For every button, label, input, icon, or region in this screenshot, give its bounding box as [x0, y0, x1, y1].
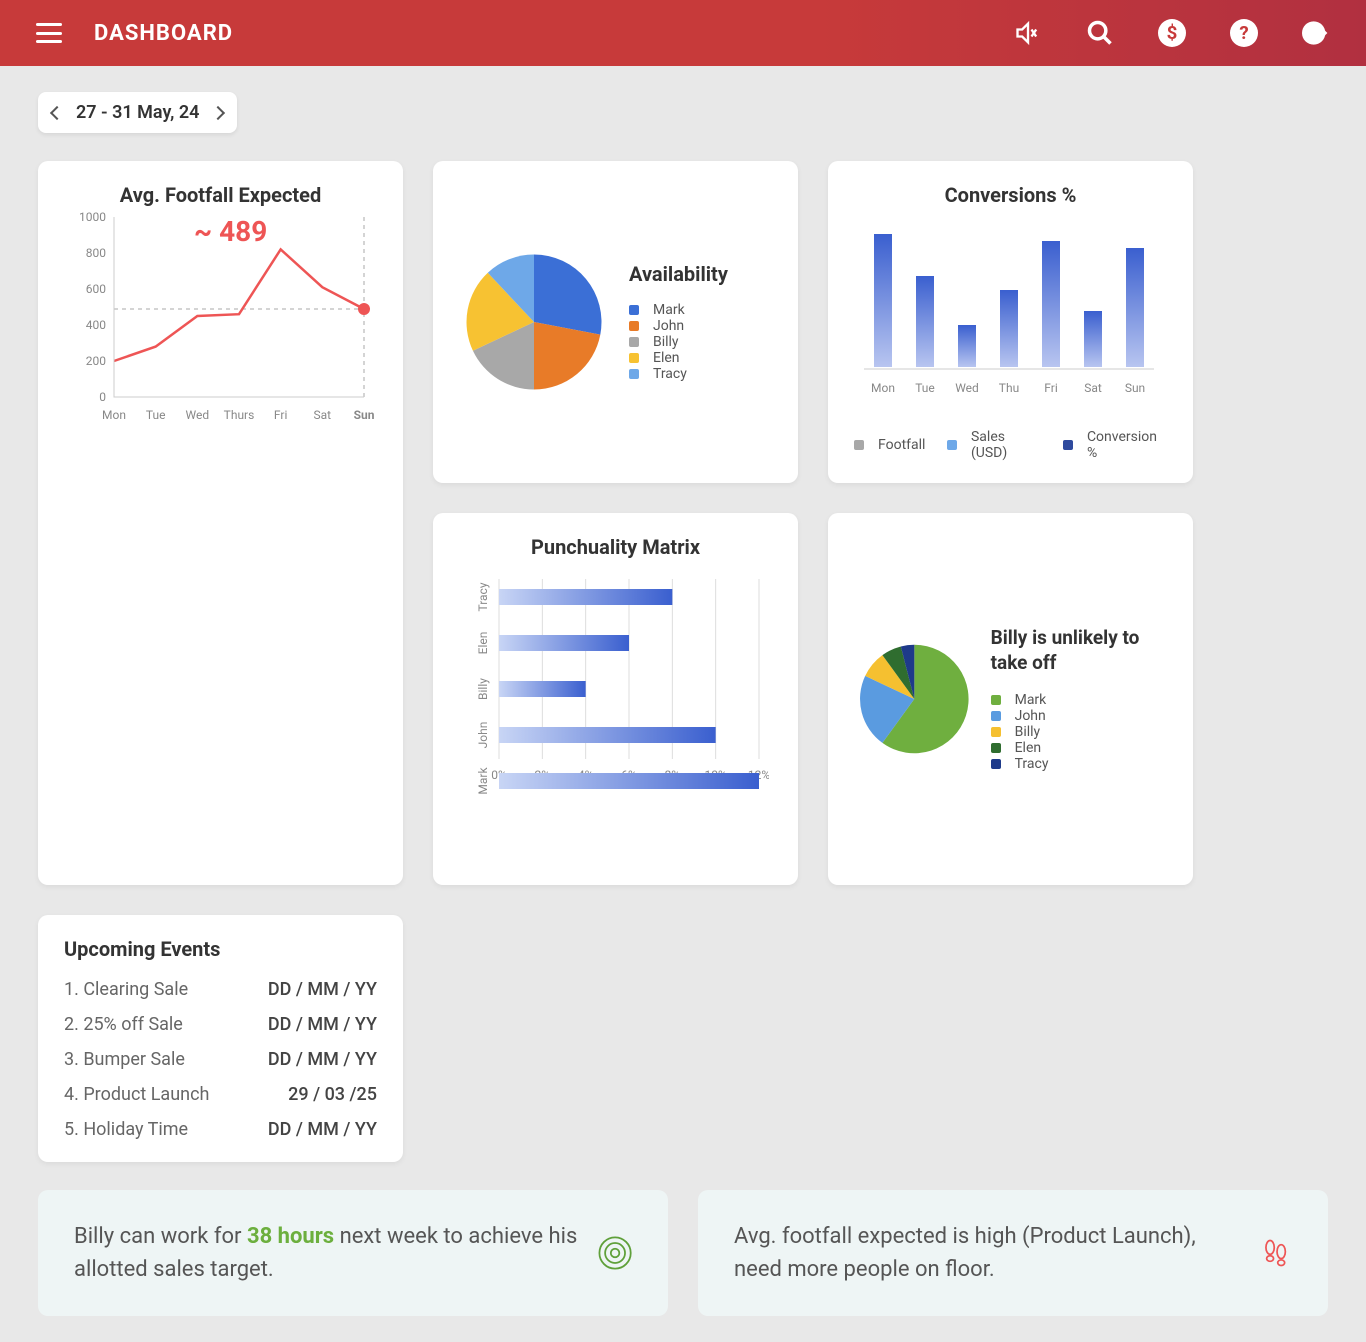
svg-text:1000: 1000: [79, 210, 106, 224]
insight-footfall: Avg. footfall expected is high (Product …: [698, 1190, 1328, 1316]
legend-item: Mark: [991, 692, 1167, 708]
conversions-card: Conversions % Mon Tue Wed Thu Fri Sat Sun Foot…: [828, 161, 1193, 483]
conversions-bar-chart: Mon Tue Wed Thu Fri Sat Sun: [854, 207, 1164, 417]
legend-item: Tracy: [991, 756, 1167, 772]
svg-text:Sun: Sun: [1125, 381, 1145, 395]
svg-text:Wed: Wed: [186, 408, 210, 422]
date-range-text: 27 - 31 May, 24: [76, 102, 199, 123]
svg-text:Thu: Thu: [999, 381, 1019, 395]
event-row: 2. 25% off SaleDD / MM / YY: [64, 1014, 377, 1035]
svg-text:Billy: Billy: [476, 678, 490, 700]
legend-item: Elen: [991, 740, 1167, 756]
footsteps-icon: [1259, 1229, 1292, 1277]
punctuality-bar-chart: 0%2%4%6%8%10%12%TracyElenBillyJohnMark: [459, 559, 769, 859]
chevron-right-icon[interactable]: [211, 105, 225, 119]
event-row: 3. Bumper SaleDD / MM / YY: [64, 1049, 377, 1070]
takeoff-card: Billy is unlikely to take off MarkJohnBi…: [828, 513, 1193, 885]
svg-text:Mon: Mon: [102, 408, 126, 422]
svg-text:~ 489: ~ 489: [194, 215, 267, 248]
svg-text:800: 800: [86, 246, 106, 260]
svg-text:400: 400: [86, 318, 106, 332]
svg-text:Wed: Wed: [955, 381, 979, 395]
event-row: 4. Product Launch29 / 03 /25: [64, 1084, 377, 1105]
svg-text:0: 0: [99, 390, 106, 404]
availability-title: Availability: [629, 262, 728, 286]
svg-text:Elen: Elen: [476, 632, 490, 655]
svg-text:Tue: Tue: [915, 381, 935, 395]
svg-text:Mark: Mark: [476, 767, 490, 795]
event-row: 1. Clearing SaleDD / MM / YY: [64, 979, 377, 1000]
availability-pie-chart: [459, 247, 609, 397]
footfall-line-chart: 0 200 400 600 800 1000 Mon Tue Wed Thurs Fri Sat Sun…: [64, 207, 374, 437]
logout-icon[interactable]: [1302, 19, 1330, 47]
svg-text:Thurs: Thurs: [224, 408, 255, 422]
legend-item: John: [991, 708, 1167, 724]
legend-conversion: Conversion %: [1063, 429, 1167, 461]
conversions-title: Conversions %: [854, 183, 1167, 207]
menu-icon[interactable]: [36, 23, 62, 43]
svg-text:Fri: Fri: [1044, 381, 1058, 395]
help-icon[interactable]: ?: [1230, 19, 1258, 47]
dollar-icon[interactable]: $: [1158, 19, 1186, 47]
target-icon: [598, 1229, 632, 1277]
takeoff-title: Billy is unlikely to take off: [991, 626, 1167, 675]
date-range-picker[interactable]: 27 - 31 May, 24: [38, 92, 237, 133]
punctuality-title: Punchuality Matrix: [459, 535, 772, 559]
svg-text:200: 200: [86, 354, 106, 368]
insight-sales-target: Billy can work for 38 hours next week to…: [38, 1190, 668, 1316]
insight-text-2: Avg. footfall expected is high (Product …: [734, 1220, 1239, 1286]
insight-text-1: Billy can work for 38 hours next week to…: [74, 1220, 578, 1286]
legend-item: Tracy: [629, 366, 728, 382]
svg-text:Tracy: Tracy: [476, 582, 490, 611]
search-icon[interactable]: [1086, 19, 1114, 47]
upcoming-events-card: Upcoming Events 1. Clearing SaleDD / MM …: [38, 915, 403, 1162]
legend-item: John: [629, 318, 728, 334]
legend-sales: Sales (USD): [947, 429, 1041, 461]
page-title: DASHBOARD: [94, 21, 233, 46]
svg-text:Tue: Tue: [146, 408, 166, 422]
svg-text:Fri: Fri: [274, 408, 288, 422]
legend-item: Billy: [629, 334, 728, 350]
availability-card: Availability MarkJohnBillyElenTracy: [433, 161, 798, 483]
app-header: DASHBOARD $ ?: [0, 0, 1366, 66]
chevron-left-icon[interactable]: [50, 105, 64, 119]
svg-text:Sat: Sat: [1084, 381, 1102, 395]
svg-text:John: John: [476, 722, 490, 749]
upcoming-events-title: Upcoming Events: [64, 937, 377, 961]
footfall-title: Avg. Footfall Expected: [64, 183, 377, 207]
volume-icon[interactable]: [1014, 19, 1042, 47]
legend-item: Elen: [629, 350, 728, 366]
svg-text:600: 600: [86, 282, 106, 296]
takeoff-pie-chart: [854, 624, 975, 774]
svg-text:?: ?: [1239, 22, 1248, 44]
svg-text:Mon: Mon: [871, 381, 895, 395]
legend-item: Billy: [991, 724, 1167, 740]
svg-text:Sat: Sat: [314, 408, 332, 422]
legend-footfall: Footfall: [854, 429, 925, 461]
svg-text:Sun: Sun: [354, 408, 374, 422]
punctuality-card: Punchuality Matrix 0%2%4%6%8%10%12%Tracy…: [433, 513, 798, 885]
legend-item: Mark: [629, 302, 728, 318]
footfall-card: Avg. Footfall Expected 0 200 400 600 800 1000…: [38, 161, 403, 885]
svg-text:$: $: [1167, 22, 1178, 44]
event-row: 5. Holiday TimeDD / MM / YY: [64, 1119, 377, 1140]
